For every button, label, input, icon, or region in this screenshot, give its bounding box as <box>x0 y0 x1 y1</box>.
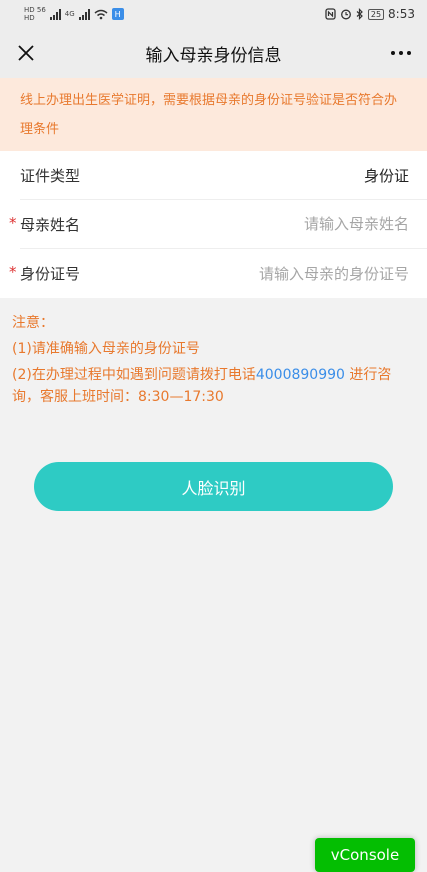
note-title: 注意： <box>12 315 54 331</box>
page-title: 输入母亲身份信息 <box>145 45 282 66</box>
id-number-row: * 身份证号 <box>9 249 427 298</box>
attention-note: 注意： (1)请准确输入母亲的身份证号 (2)在办理过程中如遇到问题请拨打电话4… <box>0 298 427 408</box>
wifi-icon <box>94 9 108 19</box>
face-recognition-button[interactable]: 人脸识别 <box>34 462 393 511</box>
mother-name-row: * 母亲姓名 <box>9 200 427 249</box>
network-type-indicator: HD 56 HD <box>24 6 46 22</box>
note-item-2-prefix: (2)在办理过程中如遇到问题请拨打电话 <box>12 367 256 383</box>
required-mark: * <box>9 263 17 281</box>
bluetooth-icon <box>356 8 363 20</box>
id-type-label: 证件类型 <box>20 166 81 185</box>
phone-link[interactable]: 4000890990 <box>256 367 345 383</box>
status-bar: HD 56 HD 4G H 25 8:53 <box>0 0 427 28</box>
signal-icon <box>49 8 61 20</box>
id-type-row[interactable]: 证件类型 身份证 <box>20 151 427 200</box>
notice-banner: 线上办理出生医学证明，需要根据母亲的身份证号验证是否符合办理条件 <box>0 78 427 151</box>
status-bar-left: HD 56 HD 4G H <box>24 6 124 22</box>
network-type-bottom: HD <box>24 14 35 22</box>
signal-icon-2 <box>78 8 90 20</box>
vconsole-button[interactable]: vConsole <box>315 838 415 872</box>
mother-name-input[interactable] <box>209 215 409 233</box>
id-number-label: * 身份证号 <box>9 263 81 284</box>
more-icon[interactable] <box>389 51 413 55</box>
mother-info-form: 证件类型 身份证 *母亲姓名 *身份证号 <box>0 151 427 298</box>
status-time: 8:53 <box>388 7 415 21</box>
nfc-icon <box>325 8 336 20</box>
id-number-input[interactable] <box>209 264 409 283</box>
network-type-top: HD 56 <box>24 6 46 14</box>
mother-name-label-text: 母亲姓名 <box>20 215 81 234</box>
status-bar-right: 25 8:53 <box>325 7 415 21</box>
note-item-1: (1)请准确输入母亲的身份证号 <box>12 341 200 357</box>
required-mark: * <box>9 213 17 232</box>
id-type-value[interactable]: 身份证 <box>364 165 409 186</box>
alarm-icon <box>340 9 351 20</box>
network-4g-label: 4G <box>64 10 75 18</box>
battery-icon: 25 <box>367 8 385 20</box>
mother-name-label: * 母亲姓名 <box>9 214 81 235</box>
close-icon[interactable] <box>14 41 38 65</box>
nav-bar: 输入母亲身份信息 <box>0 28 427 78</box>
id-number-label-text: 身份证号 <box>20 265 81 283</box>
app-notification-icon: H <box>111 8 124 20</box>
note-item-2: (2)在办理过程中如遇到问题请拨打电话4000890990 进行咨询，客服上班时… <box>12 364 415 408</box>
